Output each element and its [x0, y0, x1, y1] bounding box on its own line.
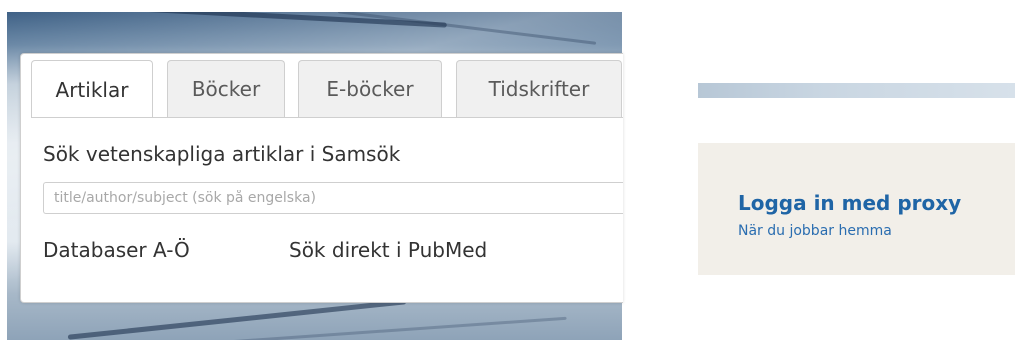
search-widget: Artiklar Böcker E-böcker Tidskrifter Sök…	[20, 53, 623, 303]
right-header-bar	[698, 83, 1015, 98]
search-input[interactable]	[43, 182, 623, 214]
tab-artiklar[interactable]: Artiklar	[31, 60, 153, 118]
proxy-login-box: Logga in med proxy När du jobbar hemma	[698, 143, 1015, 275]
tab-divider	[31, 117, 623, 118]
proxy-login-subtitle: När du jobbar hemma	[738, 223, 892, 239]
hero-stripe	[337, 12, 597, 45]
databaser-a-o-link[interactable]: Databaser A-Ö	[43, 238, 190, 262]
tab-e-bocker[interactable]: E-böcker	[298, 60, 442, 117]
tab-bocker[interactable]: Böcker	[167, 60, 285, 117]
search-heading: Sök vetenskapliga artiklar i Samsök	[43, 142, 401, 166]
pubmed-search-link[interactable]: Sök direkt i PubMed	[289, 238, 487, 262]
proxy-login-link[interactable]: Logga in med proxy	[738, 191, 961, 215]
tab-tidskrifter[interactable]: Tidskrifter	[456, 60, 622, 117]
